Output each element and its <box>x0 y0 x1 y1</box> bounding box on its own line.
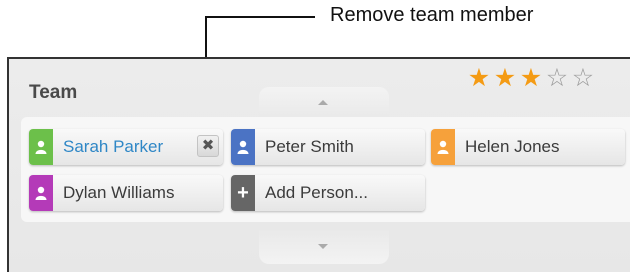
member-chip-peter-smith[interactable]: Peter Smith <box>231 129 425 165</box>
person-icon <box>29 129 53 165</box>
add-person-label: Add Person... <box>265 183 369 202</box>
person-icon <box>29 175 53 211</box>
callout-horizontal-line <box>205 16 315 18</box>
person-icon <box>231 129 255 165</box>
rating-stars[interactable]: ★ ★ ★ ☆ ☆ <box>466 65 596 91</box>
star-2[interactable]: ★ <box>492 65 518 91</box>
plus-glyph: + <box>237 182 249 204</box>
member-name: Peter Smith <box>265 137 354 156</box>
star-1[interactable]: ★ <box>466 65 492 91</box>
callout-label: Remove team member <box>330 4 534 26</box>
star-5[interactable]: ☆ <box>570 65 596 91</box>
star-3[interactable]: ★ <box>518 65 544 91</box>
team-title: Team <box>29 82 78 103</box>
member-name: Sarah Parker <box>63 137 164 156</box>
member-chip-helen-jones[interactable]: Helen Jones <box>431 129 625 165</box>
team-members-list: Sarah Parker ✖ Peter Smith Helen Jones D… <box>21 117 630 222</box>
member-chip-dylan-williams[interactable]: Dylan Williams <box>29 175 223 211</box>
member-name: Helen Jones <box>465 137 560 156</box>
team-panel: Team ★ ★ ★ ☆ ☆ Sarah Parker ✖ Peter Smith He… <box>7 57 630 272</box>
member-chip-sarah-parker[interactable]: Sarah Parker ✖ <box>29 129 223 165</box>
scroll-up-button[interactable] <box>259 87 389 119</box>
remove-member-button[interactable]: ✖ <box>197 135 219 157</box>
person-icon <box>431 129 455 165</box>
chevron-down-icon <box>318 244 328 249</box>
add-person-button[interactable]: + Add Person... <box>231 175 425 211</box>
chevron-up-icon <box>318 100 328 105</box>
plus-icon: + <box>231 175 255 211</box>
scroll-down-button[interactable] <box>259 230 389 264</box>
member-name: Dylan Williams <box>63 183 175 202</box>
star-4[interactable]: ☆ <box>544 65 570 91</box>
